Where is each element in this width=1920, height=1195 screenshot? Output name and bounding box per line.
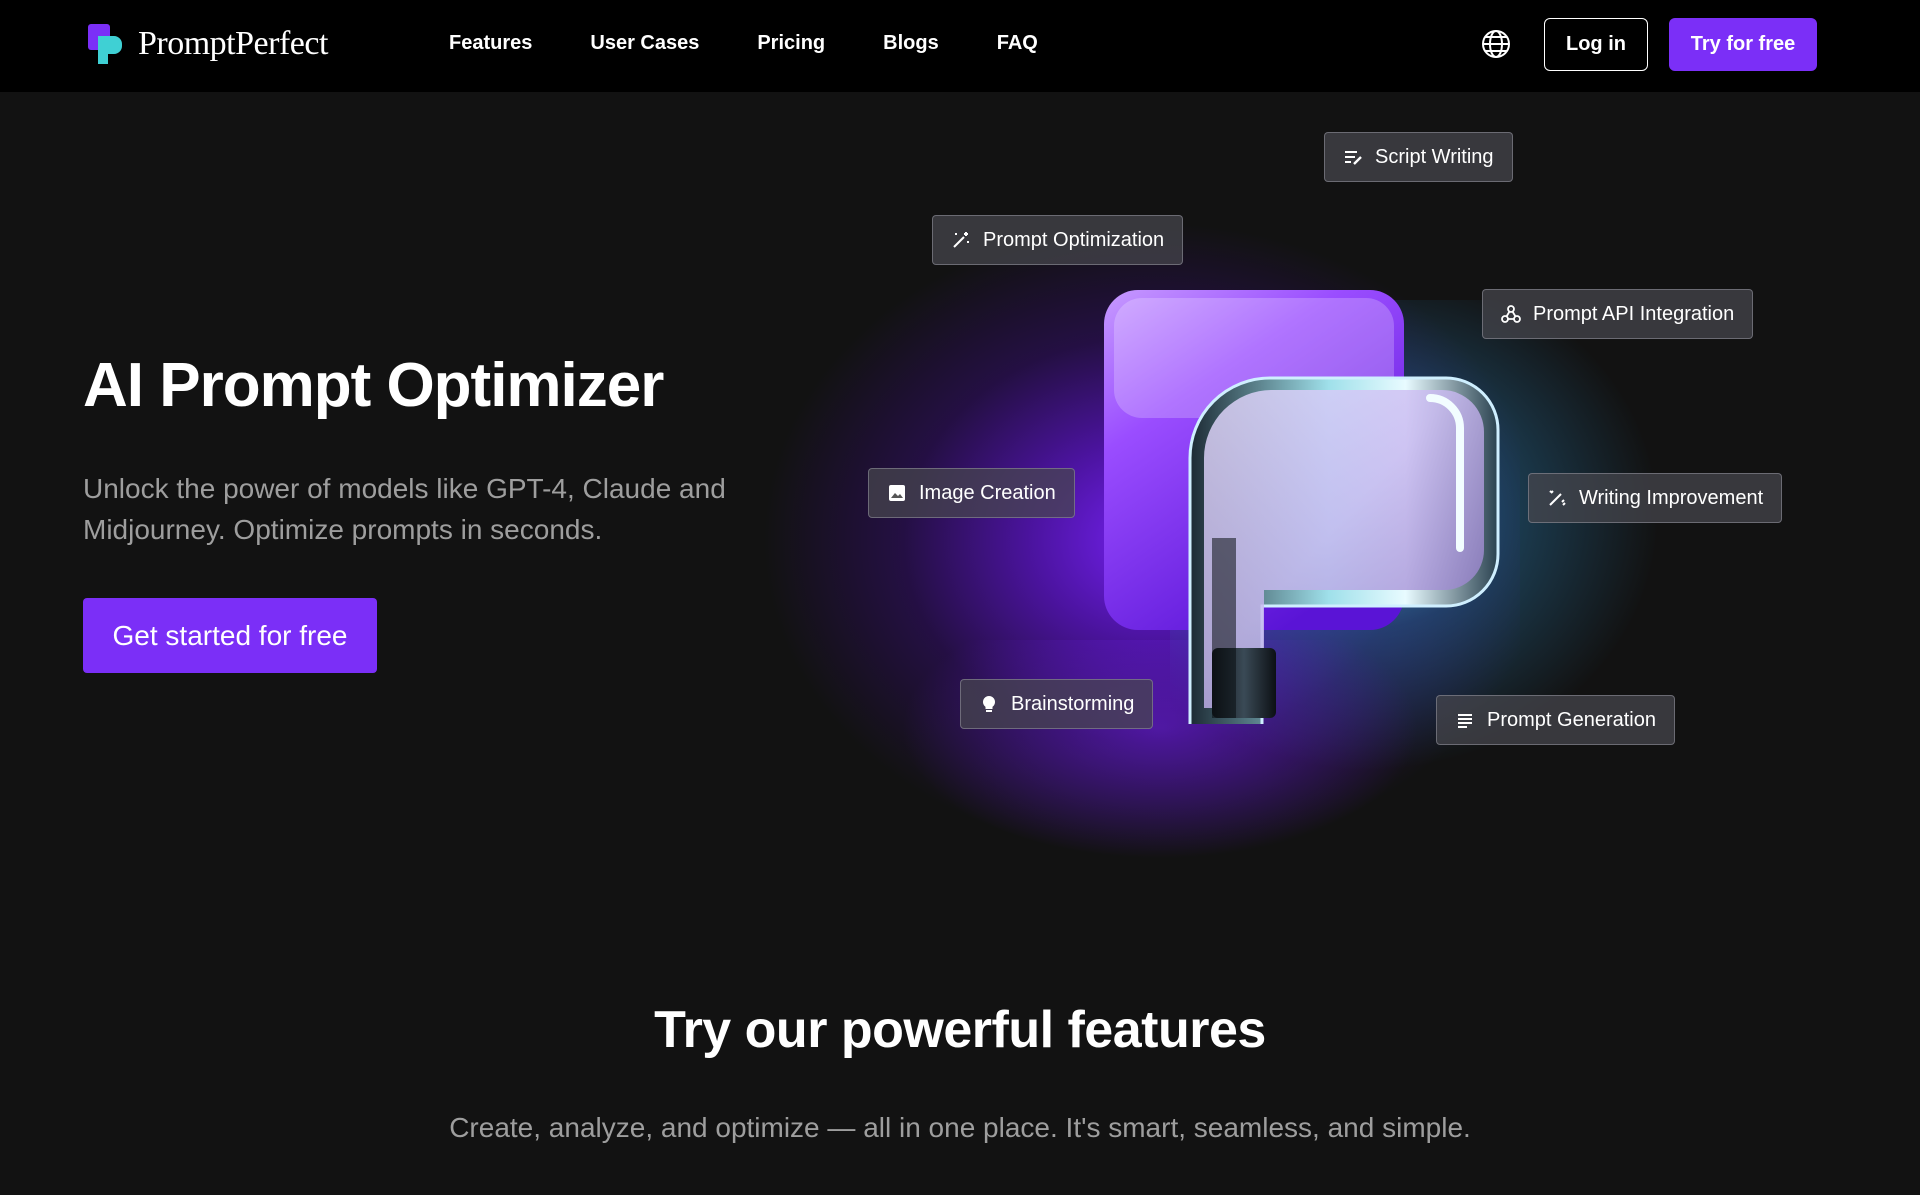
nav-link-faq[interactable]: FAQ [997,32,1038,55]
chip-label: Image Creation [919,481,1056,504]
hero-subtitle: Unlock the power of models like GPT-4, C… [83,473,726,545]
chip-prompt-generation[interactable]: Prompt Generation [1436,695,1675,745]
chip-brainstorming[interactable]: Brainstorming [960,679,1154,729]
logo-text: PromptPerfect [138,25,328,62]
nav-link-pricing[interactable]: Pricing [757,32,825,55]
chip-label: Prompt API Integration [1533,302,1735,325]
log-in-button[interactable]: Log in [1544,18,1648,71]
chip-prompt-api-integration[interactable]: Prompt API Integration [1482,289,1754,339]
top-navigation: PromptPerfect Features User Cases Pricin… [0,0,1920,92]
nav-link-features[interactable]: Features [449,32,532,55]
3d-p-logo-icon [1104,290,1500,724]
hero-title: AI Prompt Optimizer [83,351,664,420]
features-section-title: Try our powerful features [654,1001,1266,1059]
chip-label: Prompt Generation [1487,708,1656,731]
writing-improvement-icon [1549,490,1566,506]
script-writing-icon [1345,151,1362,165]
features-section-subtitle: Create, analyze, and optimize — all in o… [449,1112,1471,1143]
text-lines-icon [1458,714,1472,728]
lightbulb-icon [982,695,996,712]
get-started-button[interactable]: Get started for free [83,598,377,673]
nav-links: Features User Cases Pricing Blogs FAQ [449,32,1038,55]
chip-label: Writing Improvement [1579,486,1764,509]
nav-link-user-cases[interactable]: User Cases [590,32,699,55]
chip-script-writing[interactable]: Script Writing [1324,132,1513,182]
image-icon [889,485,905,501]
promptperfect-logo-icon [88,24,122,64]
api-integration-icon [1501,305,1521,323]
nav-link-blogs[interactable]: Blogs [883,32,939,55]
globe-icon[interactable] [1480,28,1512,60]
try-for-free-button[interactable]: Try for free [1669,18,1817,71]
chip-image-creation[interactable]: Image Creation [868,468,1075,518]
magic-wand-icon [953,232,969,248]
chip-label: Brainstorming [1011,692,1135,715]
chip-writing-improvement[interactable]: Writing Improvement [1528,473,1783,523]
chip-label: Script Writing [1375,145,1494,168]
logo[interactable]: PromptPerfect [88,24,328,64]
chip-label: Prompt Optimization [983,228,1165,251]
chip-prompt-optimization[interactable]: Prompt Optimization [932,215,1184,265]
